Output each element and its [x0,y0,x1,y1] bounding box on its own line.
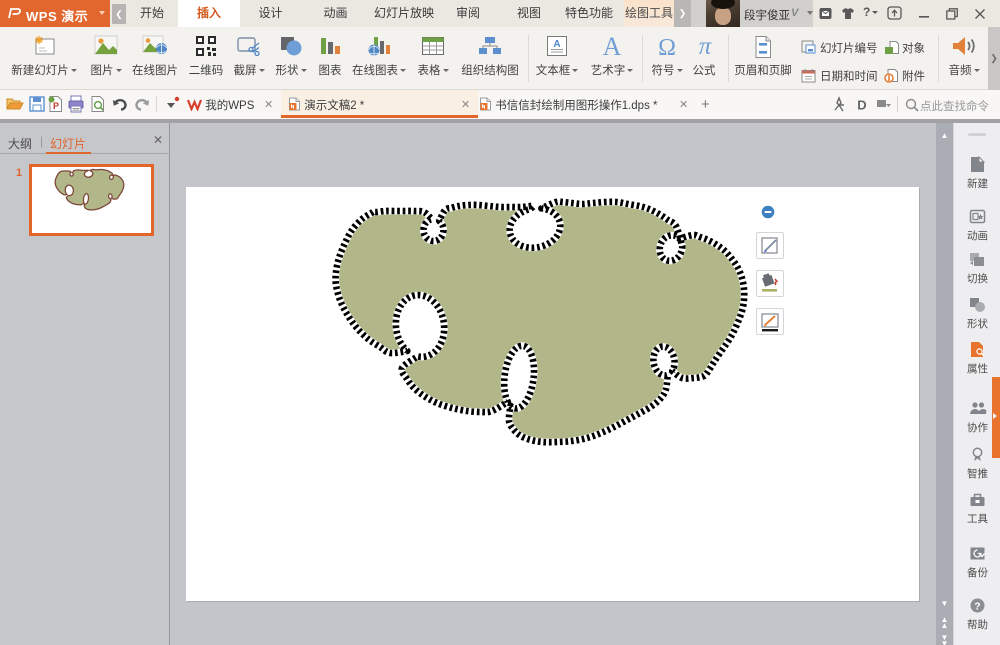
svg-text:A: A [603,33,622,59]
svg-text:Ω: Ω [658,35,676,59]
svg-text:?: ? [974,601,980,613]
svg-text:D: D [857,98,866,113]
svg-text:A: A [553,39,560,50]
svg-text:P: P [53,101,59,111]
svg-text:π: π [699,33,713,59]
